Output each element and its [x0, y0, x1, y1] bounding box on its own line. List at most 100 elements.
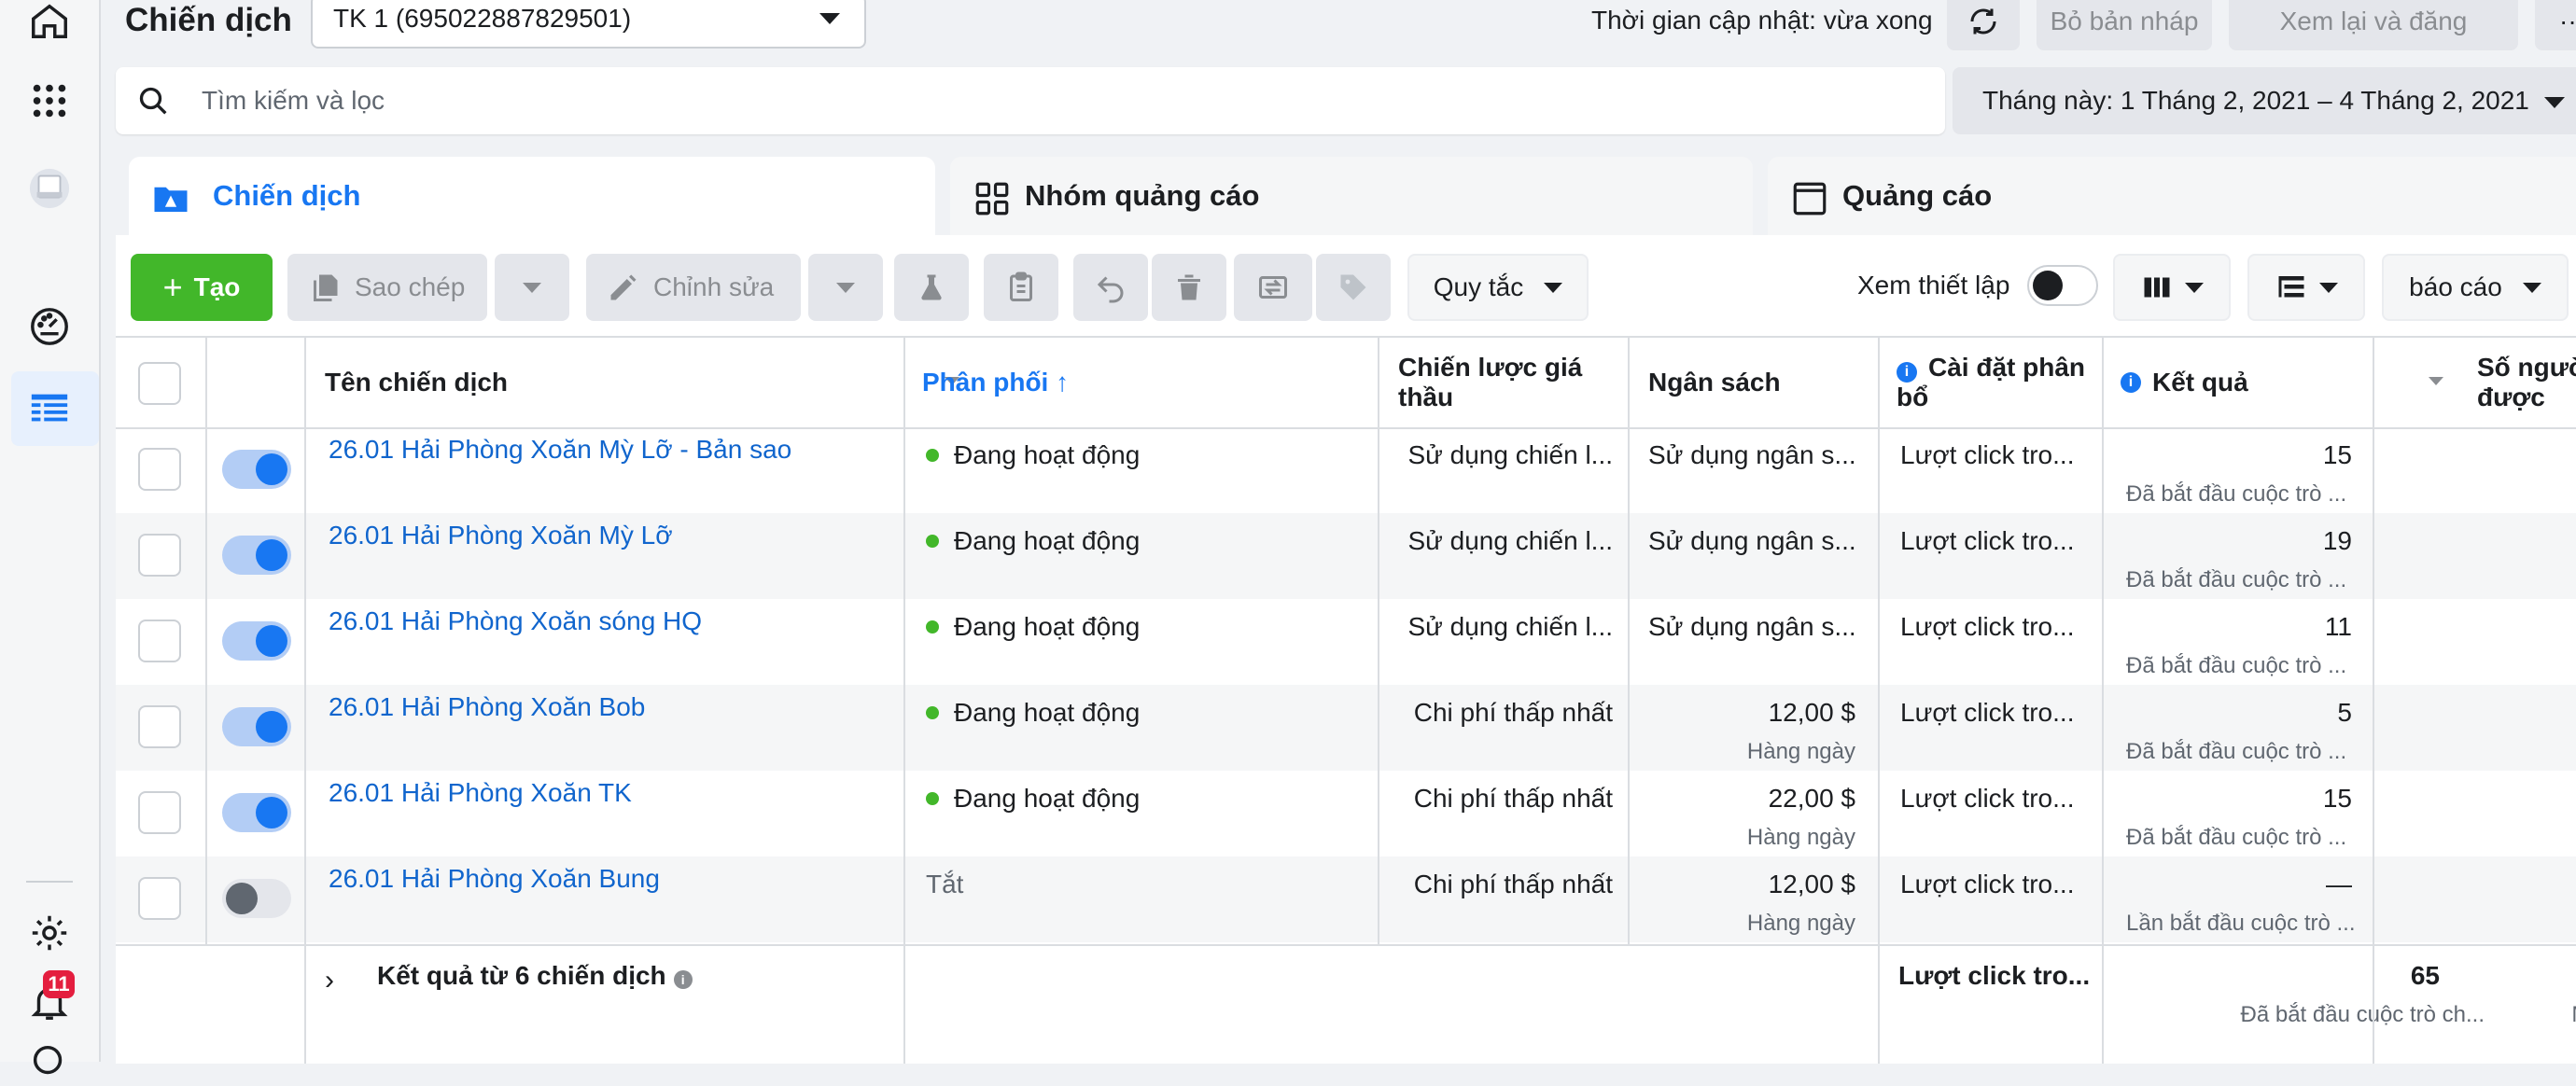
edit-dropdown-button[interactable]	[808, 254, 883, 321]
tab-ads[interactable]: Quảng cáo	[1768, 157, 2576, 241]
campaign-name-link[interactable]: 26.01 Hải Phòng Xoăn Bung	[329, 864, 889, 894]
pencil-icon	[610, 274, 637, 300]
column-header-results[interactable]: i Kết quả	[2121, 338, 2466, 427]
campaign-status-toggle[interactable]	[222, 707, 291, 746]
table-row[interactable]: 26.01 Hải Phòng Xoăn Bob Đang hoạt động Ch…	[116, 685, 2576, 771]
column-header-reach[interactable]: Số người tiếp cận được	[2477, 338, 2576, 427]
search-rail-icon[interactable]	[25, 1037, 74, 1086]
ab-compare-button[interactable]	[1234, 254, 1312, 321]
expand-chevron-icon[interactable]: ›	[325, 965, 334, 996]
delete-button[interactable]	[1152, 254, 1226, 321]
review-publish-button[interactable]: Xem lại và đăng	[2229, 0, 2518, 50]
breakdown-icon	[2278, 276, 2304, 298]
tab-campaigns[interactable]: Chiến dịch	[129, 157, 935, 241]
rules-dropdown-button[interactable]: Quy tắc	[1407, 254, 1589, 321]
columns-button[interactable]	[2113, 254, 2231, 321]
column-header-name-label: Tên chiến dịch	[325, 368, 509, 397]
flask-icon	[921, 274, 942, 300]
campaign-name-link[interactable]: 26.01 Hải Phòng Xoăn Mỳ Lỡ - Bản sao	[329, 435, 889, 465]
left-nav-rail: 11	[0, 0, 101, 1075]
column-header-budget[interactable]: Ngân sách	[1648, 338, 1863, 427]
column-header-bid-strategy[interactable]: Chiến lược giá thầu	[1398, 338, 1613, 427]
row-checkbox[interactable]	[138, 791, 181, 834]
tab-label: Chiến dịch	[213, 179, 361, 212]
edit-button[interactable]: Chỉnh sửa	[586, 254, 801, 321]
attribution-cell: Lượt click tro...	[1900, 526, 2075, 555]
undo-button[interactable]	[1073, 254, 1148, 321]
results-value: —	[2326, 870, 2352, 898]
table-row[interactable]: 26.01 Hải Phòng Xoăn Bung Tắt Chi phí thấp…	[116, 856, 2576, 942]
results-value: 19	[2322, 526, 2352, 555]
refresh-button[interactable]	[1947, 0, 2020, 50]
apps-grid-icon[interactable]	[25, 77, 74, 125]
campaign-name-link[interactable]: 26.01 Hải Phòng Xoăn TK	[329, 778, 889, 808]
search-input[interactable]: Tìm kiếm và lọc	[202, 86, 385, 116]
account-avatar[interactable]	[25, 164, 74, 213]
select-all-checkbox[interactable]	[138, 362, 181, 405]
results-type: Lần bắt đầu cuộc trò ...	[2126, 911, 2356, 936]
summary-label: Kết quả từ 6 chiến dịch i	[377, 961, 693, 991]
ab-test-button[interactable]	[894, 254, 969, 321]
duplicate-dropdown-button[interactable]	[495, 254, 569, 321]
trash-icon	[1178, 274, 1200, 300]
tab-ad-sets[interactable]: Nhóm quảng cáo	[950, 157, 1753, 241]
row-checkbox[interactable]	[138, 620, 181, 662]
row-checkbox[interactable]	[138, 877, 181, 920]
summary-label-text: Kết quả từ 6 chiến dịch	[377, 961, 666, 990]
info-icon: i	[1897, 362, 1917, 383]
delivery-status: Đang hoạt động	[926, 612, 1355, 642]
campaign-folder-icon	[154, 187, 188, 212]
paste-button[interactable]	[984, 254, 1058, 321]
row-checkbox[interactable]	[138, 534, 181, 577]
home-icon[interactable]	[25, 0, 74, 45]
campaign-status-toggle[interactable]	[222, 879, 291, 918]
table-row[interactable]: 26.01 Hải Phòng Xoăn TK Đang hoạt động Chi…	[116, 771, 2576, 856]
summary-reach-sub: Mọi	[2477, 1002, 2576, 1028]
duplicate-button[interactable]: Sao chép	[287, 254, 487, 321]
sort-caret-icon	[2429, 377, 2443, 385]
attribution-cell: Lượt click tro...	[1900, 870, 2075, 898]
tag-button[interactable]	[1316, 254, 1391, 321]
view-settings-label: Xem thiết lập	[1857, 271, 2010, 299]
ads-manager-table-icon[interactable]	[25, 384, 74, 433]
info-icon: i	[2121, 372, 2141, 393]
reports-dropdown-button[interactable]: báo cáo	[2382, 254, 2569, 321]
delivery-status-label: Đang hoạt động	[954, 526, 1141, 555]
column-header-delivery[interactable]: Phân phối ↑	[922, 338, 1389, 427]
budget-period: Hàng ngày	[1746, 825, 1855, 850]
summary-reach: 26	[2477, 961, 2576, 991]
delivery-status: Đang hoạt động	[926, 526, 1355, 556]
account-selector[interactable]: TK 1 (695022887829501)	[311, 0, 866, 49]
reach-value: 8	[2393, 612, 2576, 642]
more-options-button[interactable]: ···	[2535, 0, 2576, 50]
refresh-icon	[1970, 8, 1996, 35]
view-settings-toggle[interactable]	[2027, 265, 2098, 306]
column-header-attribution[interactable]: i Cài đặt phân bổ	[1897, 338, 2111, 427]
table-row[interactable]: 26.01 Hải Phòng Xoăn sóng HQ Đang hoạt độ…	[116, 599, 2576, 685]
row-checkbox[interactable]	[138, 448, 181, 491]
table-row[interactable]: 26.01 Hải Phòng Xoăn Mỳ Lỡ - Bản sao Đang…	[116, 427, 2576, 513]
campaign-status-toggle[interactable]	[222, 621, 291, 661]
date-range-picker[interactable]: Tháng này: 1 Tháng 2, 2021 – 4 Tháng 2, …	[1953, 67, 2576, 134]
campaign-status-toggle[interactable]	[222, 536, 291, 575]
toggle-knob	[256, 539, 287, 571]
performance-gauge-icon[interactable]	[25, 302, 74, 351]
column-header-name[interactable]: Tên chiến dịch	[325, 338, 978, 427]
campaign-status-toggle[interactable]	[222, 450, 291, 489]
table-row[interactable]: 26.01 Hải Phòng Xoăn Mỳ Lỡ Đang hoạt động…	[116, 513, 2576, 599]
budget-cell: Sử dụng ngân s...	[1648, 612, 1855, 641]
discard-draft-button[interactable]: Bỏ bản nháp	[2037, 0, 2212, 50]
campaign-status-toggle[interactable]	[222, 793, 291, 832]
rail-divider	[26, 881, 73, 883]
settings-gear-icon[interactable]	[25, 909, 74, 957]
campaign-name-link[interactable]: 26.01 Hải Phòng Xoăn sóng HQ	[329, 606, 889, 636]
active-status-dot	[926, 534, 939, 548]
search-filter-bar[interactable]: Tìm kiếm và lọc	[116, 67, 1945, 134]
create-button[interactable]: + Tạo	[131, 254, 273, 321]
breakdown-button[interactable]	[2247, 254, 2365, 321]
row-checkbox[interactable]	[138, 705, 181, 748]
chevron-down-icon	[2544, 97, 2565, 108]
summary-results: 65	[2410, 961, 2440, 990]
campaign-name-link[interactable]: 26.01 Hải Phòng Xoăn Bob	[329, 692, 889, 722]
campaign-name-link[interactable]: 26.01 Hải Phòng Xoăn Mỳ Lỡ	[329, 521, 889, 550]
